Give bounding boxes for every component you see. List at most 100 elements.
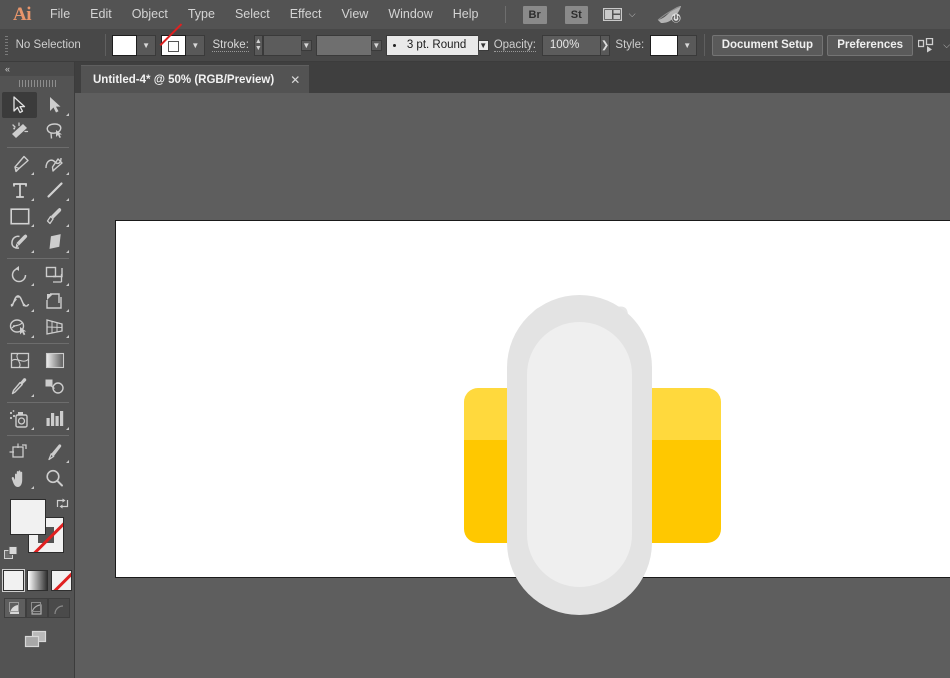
flyout-indicator	[66, 172, 69, 175]
selection-status-label: No Selection	[12, 39, 98, 51]
close-icon[interactable]: ✕	[290, 74, 300, 86]
shaper-tool[interactable]	[2, 229, 37, 255]
free-transform-tool[interactable]	[37, 288, 72, 314]
draw-mode-bar	[0, 598, 74, 618]
stroke-weight-input[interactable]	[263, 35, 301, 56]
fill-dropdown-chevron-icon[interactable]: ▼	[137, 35, 156, 56]
lasso-tool[interactable]	[37, 118, 72, 144]
eyedropper-tool[interactable]	[2, 373, 37, 399]
variable-width-chevron-icon[interactable]: ▼	[371, 40, 382, 51]
perspective-grid-tool[interactable]	[37, 314, 72, 340]
menu-type[interactable]: Type	[178, 0, 225, 29]
line-segment-tool[interactable]	[37, 177, 72, 203]
type-tool[interactable]	[2, 177, 37, 203]
brush-definition-input[interactable]: 3 pt. Round	[386, 35, 478, 56]
zoom-tool[interactable]	[37, 465, 72, 491]
artboard-tool[interactable]	[2, 439, 37, 465]
none-mode-button[interactable]	[51, 570, 72, 591]
stroke-swatch-group[interactable]: ▼	[161, 35, 205, 56]
color-mode-bar	[0, 570, 74, 591]
opacity-expand-icon[interactable]: ❯	[600, 35, 610, 56]
graphic-style-group[interactable]: ▼	[650, 35, 697, 56]
flyout-indicator	[31, 309, 34, 312]
stroke-swatch[interactable]	[161, 35, 186, 56]
selection-tool[interactable]	[2, 92, 37, 118]
menu-divider	[505, 6, 506, 23]
gradient-tool[interactable]	[37, 347, 72, 373]
scale-tool[interactable]	[37, 262, 72, 288]
stroke-swatch-inner	[168, 41, 179, 52]
flyout-indicator	[31, 335, 34, 338]
document-setup-button[interactable]: Document Setup	[712, 35, 823, 56]
hand-tool[interactable]	[2, 465, 37, 491]
align-chevron-down-icon[interactable]: ⌵	[943, 40, 950, 51]
flyout-indicator	[66, 335, 69, 338]
variable-width-profile-input[interactable]	[316, 35, 371, 56]
menu-edit[interactable]: Edit	[80, 0, 122, 29]
tools-panel-grip[interactable]	[0, 76, 74, 90]
menu-view[interactable]: View	[331, 0, 378, 29]
eraser-tool[interactable]	[37, 229, 72, 255]
symbol-sprayer-tool[interactable]	[2, 406, 37, 432]
menu-object[interactable]: Object	[122, 0, 178, 29]
column-graph-tool[interactable]	[37, 406, 72, 432]
canvas-area[interactable]: .com	[75, 93, 950, 678]
preferences-button[interactable]: Preferences	[827, 35, 913, 56]
stock-button[interactable]: St	[565, 6, 588, 24]
tool-divider	[7, 258, 69, 259]
stroke-dropdown-chevron-icon[interactable]: ▼	[186, 35, 205, 56]
flyout-indicator	[31, 224, 34, 227]
stroke-weight-chevron-icon[interactable]: ▼	[301, 40, 312, 51]
draw-behind-button[interactable]	[26, 598, 48, 618]
graphic-style-chevron-icon[interactable]: ▼	[678, 35, 697, 56]
opacity-label[interactable]: Opacity:	[494, 39, 536, 52]
pen-tool[interactable]	[2, 151, 37, 177]
menu-effect[interactable]: Effect	[280, 0, 332, 29]
paintbrush-tool[interactable]	[37, 203, 72, 229]
stroke-weight-label[interactable]: Stroke:	[212, 39, 248, 52]
bridge-button[interactable]: Br	[523, 6, 547, 24]
rocket-launch-icon[interactable]	[656, 5, 683, 24]
arrange-chevron-down-icon[interactable]: ⌵	[629, 9, 636, 20]
menu-select[interactable]: Select	[225, 0, 280, 29]
control-bar-grip[interactable]	[3, 34, 8, 56]
gradient-mode-button[interactable]	[27, 570, 48, 591]
align-objects-icon[interactable]	[918, 38, 938, 53]
opacity-input[interactable]: 100%	[542, 35, 600, 56]
default-fill-stroke-icon[interactable]	[4, 546, 19, 561]
slice-tool[interactable]	[37, 439, 72, 465]
fill-swatch[interactable]	[112, 35, 137, 56]
graphic-style-swatch[interactable]	[650, 35, 678, 56]
curvature-tool[interactable]	[37, 151, 72, 177]
arrange-documents-icon[interactable]	[603, 8, 622, 21]
flyout-indicator	[66, 427, 69, 430]
menu-file[interactable]: File	[40, 0, 80, 29]
artboard[interactable]: .com	[115, 220, 950, 578]
flyout-indicator	[66, 250, 69, 253]
stroke-weight-stepper[interactable]: ▲▼	[254, 35, 263, 56]
shape-builder-tool[interactable]	[2, 314, 37, 340]
mesh-tool[interactable]	[2, 347, 37, 373]
swap-fill-stroke-icon[interactable]	[56, 497, 69, 510]
brush-definition-chevron-icon[interactable]: ▼	[478, 40, 489, 51]
rotate-tool[interactable]	[2, 262, 37, 288]
fill-color-swatch[interactable]	[10, 499, 46, 535]
width-tool[interactable]	[2, 288, 37, 314]
menu-window[interactable]: Window	[378, 0, 442, 29]
draw-inside-button[interactable]	[48, 598, 70, 618]
collapse-panel-icon[interactable]: «	[5, 64, 9, 74]
gray-capsule-inner[interactable]	[527, 322, 632, 587]
blend-tool[interactable]	[37, 373, 72, 399]
document-tab[interactable]: Untitled-4* @ 50% (RGB/Preview) ✕	[81, 65, 309, 93]
rectangle-tool[interactable]	[2, 203, 37, 229]
change-screen-mode-button[interactable]	[0, 630, 74, 652]
direct-selection-tool[interactable]	[37, 92, 72, 118]
magic-wand-tool[interactable]	[2, 118, 37, 144]
color-mode-button[interactable]	[3, 570, 24, 591]
flyout-indicator	[31, 283, 34, 286]
draw-normal-button[interactable]	[4, 598, 26, 618]
tool-divider	[7, 147, 69, 148]
flyout-indicator	[66, 283, 69, 286]
menu-help[interactable]: Help	[443, 0, 489, 29]
fill-swatch-group[interactable]: ▼	[112, 35, 156, 56]
